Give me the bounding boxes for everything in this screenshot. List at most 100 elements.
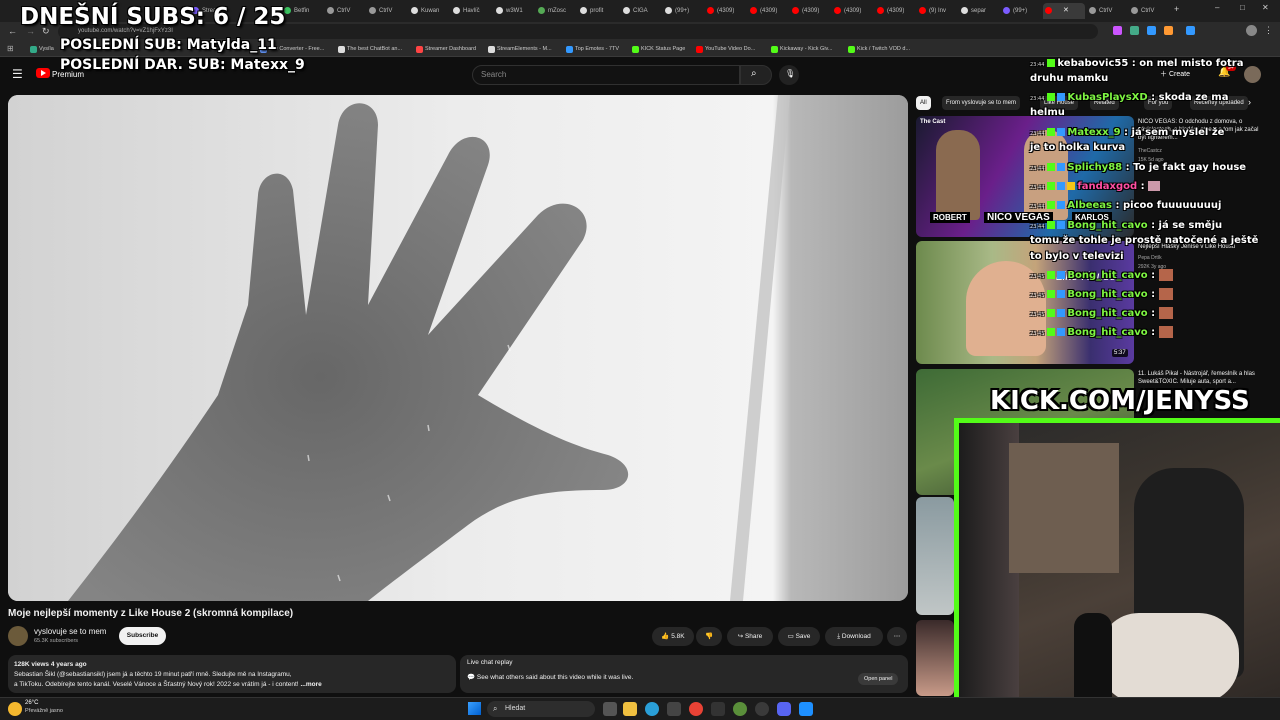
more-actions-button[interactable]: ⋯ (887, 627, 907, 646)
recommendation-thumbnail[interactable] (916, 497, 954, 615)
browser-tab[interactable]: (99+) (1001, 3, 1041, 19)
close-tab-icon[interactable]: ✕ (1063, 3, 1069, 19)
bookmark-item[interactable]: Vysíla (30, 44, 54, 55)
browser-tab[interactable]: profit (578, 3, 618, 19)
obs-icon[interactable] (755, 702, 769, 716)
channel-avatar[interactable] (8, 626, 28, 646)
bookmark-item[interactable]: Kick / Twitch VOD d... (848, 44, 910, 55)
chat-message-continued: je to holka kurva (1030, 142, 1125, 153)
browser-tab[interactable]: CIGA (621, 3, 661, 19)
video-player[interactable] (8, 95, 908, 601)
chat-message-continued: to bylo v televizi (1030, 251, 1124, 262)
browser-menu-icon[interactable]: ⋮ (1264, 25, 1273, 36)
video-description[interactable]: 128K views 4 years ago Sebastian Šikl (@… (8, 655, 456, 693)
browser-tab[interactable]: (4309) (832, 3, 872, 19)
hamburger-menu-icon[interactable]: ☰ (12, 67, 23, 81)
extension-icon[interactable] (1130, 26, 1139, 35)
chevron-right-icon[interactable]: › (1248, 97, 1251, 107)
search-input[interactable]: Search (472, 65, 740, 85)
create-label: Create (1168, 71, 1190, 78)
bookmark-label: Vysíla (39, 46, 54, 52)
browser-tab[interactable]: (4309) (875, 3, 915, 19)
bookmark-item[interactable]: YouTube Video Do... (696, 44, 755, 55)
chat-username: Bong_hit_cavo (1067, 308, 1148, 319)
extension-icon[interactable] (1186, 26, 1195, 35)
chat-message: 23:45 Bong_hit_cavo : (1030, 307, 1175, 319)
browser-tab[interactable]: Betfin (282, 3, 322, 19)
tab-label: (99+) (675, 8, 690, 14)
bookmark-item[interactable]: StreamElements - M... (488, 44, 552, 55)
voice-search-button[interactable]: 🎙 (779, 65, 799, 85)
back-icon[interactable]: ← (8, 26, 17, 36)
media-app-icon[interactable] (711, 702, 725, 716)
chat-timestamp: 23:44 (1030, 224, 1045, 230)
browser-tab[interactable]: w3W1 (494, 3, 534, 19)
bookmark-item[interactable]: Kickaway - Kick Giv... (771, 44, 832, 55)
browser-tab[interactable]: mZosc (536, 3, 576, 19)
discord-icon[interactable] (777, 702, 791, 716)
bookmark-item[interactable]: KICK Status Page (632, 44, 685, 55)
share-button[interactable]: ↪ Share (727, 627, 773, 646)
store-icon[interactable] (667, 702, 681, 716)
sub-badge-icon (1057, 290, 1066, 298)
subscribe-button[interactable]: Subscribe (119, 627, 166, 645)
show-more-link[interactable]: ...more (300, 681, 321, 688)
browser-tab[interactable]: CtrlV (1087, 3, 1127, 19)
filter-chip-all[interactable]: All (916, 96, 931, 110)
bookmark-item[interactable]: The best ChatBot an... (338, 44, 402, 55)
browser-tab[interactable]: CtrlV (1129, 3, 1169, 19)
bookmark-item[interactable]: Top Emotes - 7TV (566, 44, 619, 55)
browser-tab[interactable]: CtrlV (367, 3, 407, 19)
taskbar-search[interactable]: ⌕ Hledat (487, 701, 595, 717)
open-panel-button[interactable]: Open panel (858, 673, 899, 685)
weather-temperature[interactable]: 26°C (25, 700, 38, 706)
extension-icon[interactable] (1164, 26, 1173, 35)
task-view-icon[interactable] (603, 702, 617, 716)
bookmark-label: Top Emotes - 7TV (575, 46, 620, 52)
browser-tab[interactable]: (4309) (705, 3, 745, 19)
recommendation-channel[interactable]: Pepa Drtík (1138, 255, 1162, 261)
channel-name[interactable]: vyslovuje se to mem (34, 627, 106, 636)
profile-avatar[interactable] (1246, 25, 1257, 36)
extension-icon[interactable] (1113, 26, 1122, 35)
browser-tab[interactable]: Kuwan (409, 3, 449, 19)
download-button[interactable]: ⤓ Download (825, 627, 883, 646)
browser-tab-active[interactable]: ✕ (1043, 3, 1085, 19)
apps-icon[interactable]: ⊞ (7, 44, 14, 53)
filter-chip-from-channel[interactable]: From vyslovuje se to mem (942, 96, 1021, 110)
account-avatar[interactable] (1244, 66, 1261, 83)
app-icon[interactable] (799, 702, 813, 716)
close-window-icon[interactable]: ✕ (1262, 3, 1269, 12)
recommendation-channel[interactable]: TheCastcz (1138, 148, 1162, 154)
description-line: Sebastian Šikl (@sebastiansikl) jsem já … (14, 671, 292, 678)
dislike-button[interactable]: 👎 (696, 627, 722, 646)
file-explorer-icon[interactable] (623, 702, 637, 716)
browser-tab[interactable]: Havlíč (451, 3, 491, 19)
emote-icon (1158, 326, 1173, 338)
browser-tab[interactable]: (4309) (790, 3, 830, 19)
search-button[interactable]: ⌕ (740, 65, 772, 85)
bookmark-item[interactable]: Streamer Dashboard (416, 44, 476, 55)
chrome-icon[interactable] (689, 702, 703, 716)
extension-icon[interactable] (1147, 26, 1156, 35)
browser-tab[interactable]: (4309) (748, 3, 788, 19)
save-button[interactable]: ▭ Save (778, 627, 820, 646)
edge-browser-icon[interactable] (645, 702, 659, 716)
weather-description[interactable]: Převážně jasno (25, 708, 63, 714)
recommendation-thumbnail[interactable] (916, 620, 954, 696)
minimize-icon[interactable]: – (1215, 3, 1219, 12)
tab-favicon-icon (496, 7, 503, 14)
browser-tab[interactable]: CtrlV (325, 3, 365, 19)
chrome-profile-icon[interactable] (733, 702, 747, 716)
new-tab-icon[interactable]: + (1174, 4, 1179, 14)
like-button[interactable]: 👍 5.8K (652, 627, 694, 646)
browser-tab[interactable]: (99+) (663, 3, 703, 19)
video-views-date: 128K views 4 years ago (14, 661, 87, 668)
recommendation-title[interactable]: 11. Lukáš Pikal - Nástrojář, řemeslník a… (1138, 370, 1262, 386)
browser-tab[interactable]: (9) Inv (917, 3, 957, 19)
browser-tab[interactable]: separ (959, 3, 999, 19)
tab-favicon-icon (750, 7, 757, 14)
maximize-icon[interactable]: □ (1240, 3, 1245, 12)
windows-start-icon[interactable] (468, 702, 481, 715)
chat-username: Bong_hit_cavo (1067, 270, 1148, 281)
